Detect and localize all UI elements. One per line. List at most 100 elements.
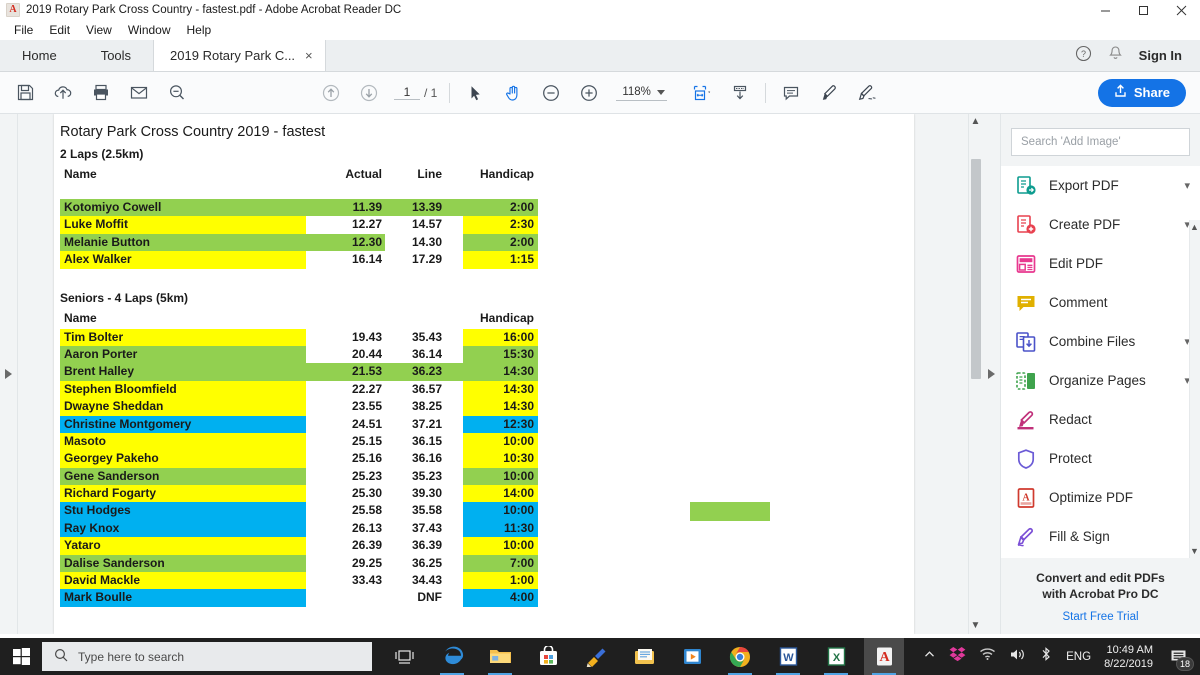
tab-home[interactable]: Home: [0, 40, 79, 71]
taskbar-search-input[interactable]: Type here to search: [42, 642, 372, 671]
windows-start-icon[interactable]: [0, 638, 42, 675]
search-icon[interactable]: [160, 78, 194, 108]
highlight-icon[interactable]: [812, 78, 846, 108]
movies-tv-icon[interactable]: [672, 638, 712, 675]
email-icon[interactable]: [122, 78, 156, 108]
maximize-button[interactable]: [1124, 0, 1162, 20]
chevron-down-icon: [656, 89, 665, 95]
share-button[interactable]: Share: [1097, 78, 1186, 107]
comment-icon[interactable]: [774, 78, 808, 108]
left-panel-collapse-rail[interactable]: [0, 114, 18, 634]
excel-icon[interactable]: X: [816, 638, 856, 675]
sign-icon[interactable]: [850, 78, 884, 108]
sign-in-button[interactable]: Sign In: [1139, 48, 1182, 63]
tool-item-combine-files[interactable]: Combine Files ▾: [1001, 322, 1200, 361]
zoom-level-select[interactable]: 118%: [616, 84, 667, 101]
close-tab-icon[interactable]: ×: [305, 49, 313, 62]
cursor-icon[interactable]: [458, 78, 492, 108]
zoom-in-icon[interactable]: [572, 78, 606, 108]
next-page-icon[interactable]: [352, 78, 386, 108]
volume-icon[interactable]: [1009, 647, 1026, 667]
acrobat-reader-icon[interactable]: A: [864, 638, 904, 675]
comment-icon: [1015, 292, 1037, 314]
notifications-icon[interactable]: 18: [1166, 644, 1194, 671]
hand-icon[interactable]: [496, 78, 530, 108]
tool-item-edit-pdf[interactable]: Edit PDF: [1001, 244, 1200, 283]
tool-item-export-pdf[interactable]: Export PDF ▾: [1001, 166, 1200, 205]
tool-item-create-pdf[interactable]: Create PDF ▾: [1001, 205, 1200, 244]
windows-taskbar: Type here to search W X A ENG 10:49 AM 8…: [0, 638, 1200, 675]
tool-item-organize-pages[interactable]: Organize Pages ▾: [1001, 361, 1200, 400]
document-viewport[interactable]: Rotary Park Cross Country 2019 - fastest…: [18, 114, 968, 634]
scroll-down-button[interactable]: ▼: [969, 618, 982, 634]
chevron-down-icon[interactable]: ▾: [1184, 179, 1190, 192]
tools-scrollbar-track[interactable]: [1189, 220, 1200, 558]
language-indicator[interactable]: ENG: [1066, 651, 1091, 663]
menu-help[interactable]: Help: [179, 22, 220, 38]
scroll-up-button[interactable]: ▲: [969, 114, 982, 130]
previous-page-icon[interactable]: [314, 78, 348, 108]
tool-item-optimize-pdf[interactable]: A Optimize PDF: [1001, 478, 1200, 517]
fit-page-icon[interactable]: [685, 78, 719, 108]
close-button[interactable]: [1162, 0, 1200, 20]
document-scrollbar[interactable]: ▲ ▼: [968, 114, 982, 634]
bluetooth-icon[interactable]: [1039, 646, 1053, 667]
tab-document[interactable]: 2019 Rotary Park C... ×: [153, 40, 326, 71]
wifi-icon[interactable]: [979, 647, 996, 666]
bell-icon[interactable]: [1108, 45, 1123, 66]
tool-item-redact[interactable]: Redact: [1001, 400, 1200, 439]
help-icon[interactable]: ?: [1075, 45, 1092, 67]
tab-tools[interactable]: Tools: [78, 40, 154, 71]
toolbar: / 1 118%: [0, 72, 1200, 114]
tool-item-fill-sign[interactable]: Fill & Sign: [1001, 517, 1200, 556]
right-panel-collapse-rail[interactable]: [982, 114, 1000, 634]
menu-file[interactable]: File: [6, 22, 41, 38]
header-name-seniors: Name: [64, 310, 97, 325]
expand-left-panel-icon[interactable]: [5, 369, 12, 379]
file-explorer-icon[interactable]: [480, 638, 520, 675]
cell-line: 36.15: [411, 433, 442, 448]
minimize-button[interactable]: [1086, 0, 1124, 20]
upload-cloud-icon[interactable]: [46, 78, 80, 108]
save-icon[interactable]: [8, 78, 42, 108]
print-icon[interactable]: [84, 78, 118, 108]
microsoft-store-icon[interactable]: [528, 638, 568, 675]
tools-search-input[interactable]: Search 'Add Image': [1011, 128, 1190, 156]
tool-item-label: Optimize PDF: [1049, 490, 1134, 505]
dropbox-icon[interactable]: [949, 646, 966, 667]
mail-icon[interactable]: [624, 638, 664, 675]
tools-scroll-down-icon[interactable]: ▼: [1189, 544, 1200, 558]
word-icon[interactable]: W: [768, 638, 808, 675]
menu-window[interactable]: Window: [120, 22, 179, 38]
cell-actual: 26.13: [351, 520, 382, 535]
tool-item-comment[interactable]: Comment: [1001, 283, 1200, 322]
collapse-right-panel-icon[interactable]: [987, 369, 995, 379]
scroll-mode-icon[interactable]: [723, 78, 757, 108]
tools-panel-scrollbar[interactable]: ▲ ▼: [1189, 220, 1200, 558]
chrome-icon[interactable]: [720, 638, 760, 675]
window-controls: [1086, 0, 1200, 20]
menu-view[interactable]: View: [78, 22, 120, 38]
start-free-trial-link[interactable]: Start Free Trial: [1011, 611, 1190, 623]
zoom-out-icon[interactable]: [534, 78, 568, 108]
page-number-input[interactable]: [394, 85, 420, 100]
menu-bar: File Edit View Window Help: [0, 20, 1200, 40]
cell-name: Ray Knox: [64, 520, 120, 535]
scrollbar-thumb[interactable]: [971, 159, 981, 379]
tools-list: Export PDF ▾ Create PDF ▾ Edit PDF Comment Com…: [1001, 166, 1200, 558]
table-row: Richard Fogarty 25.30 39.30 14:00: [60, 485, 600, 503]
clock[interactable]: 10:49 AM 8/22/2019: [1104, 643, 1153, 671]
cell-handicap: 7:00: [509, 555, 534, 570]
menu-edit[interactable]: Edit: [41, 22, 78, 38]
cell-line: 36.23: [411, 364, 442, 379]
task-view-icon[interactable]: [384, 638, 424, 675]
header-actual: Actual: [345, 167, 382, 181]
tool-item-protect[interactable]: Protect: [1001, 439, 1200, 478]
edge-icon[interactable]: [432, 638, 472, 675]
tools-scroll-up-icon[interactable]: ▲: [1189, 220, 1200, 234]
cell-name: Melanie Button: [64, 234, 150, 249]
share-label: Share: [1133, 85, 1170, 100]
paint-3d-icon[interactable]: [576, 638, 616, 675]
optimize-pdf-icon: A: [1015, 487, 1037, 509]
show-hidden-icons[interactable]: [923, 648, 936, 666]
